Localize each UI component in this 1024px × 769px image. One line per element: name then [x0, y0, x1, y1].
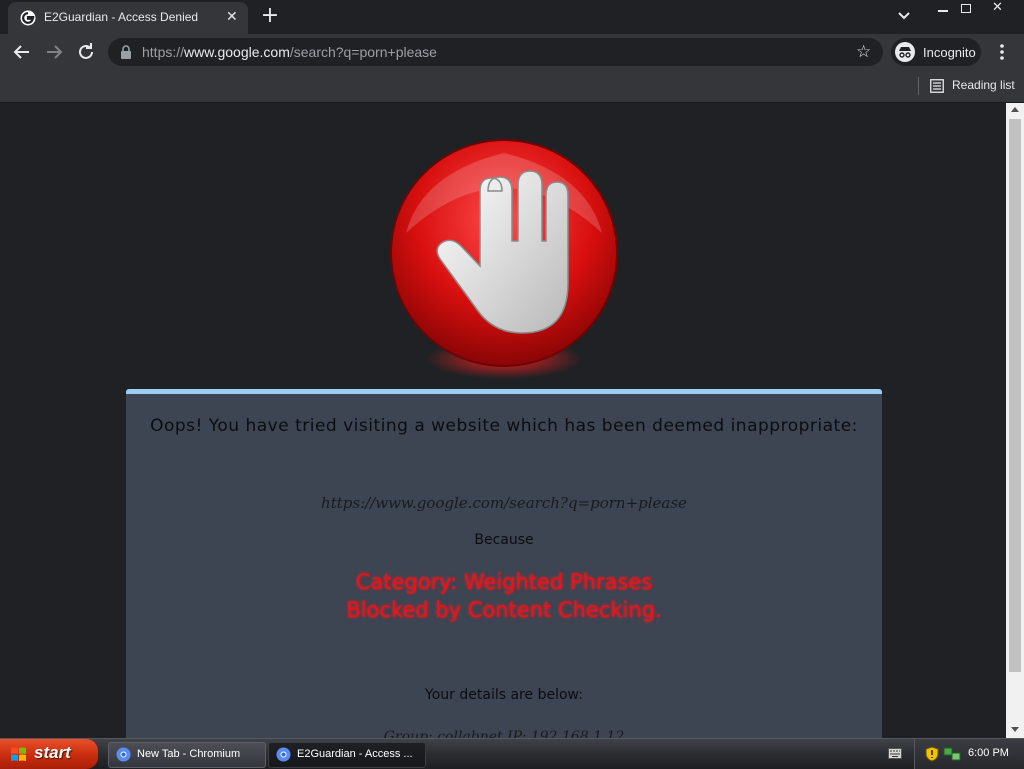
page-content: Oops! You have tried visiting a website …: [0, 103, 1006, 738]
reload-icon[interactable]: [74, 40, 98, 64]
taskbar-item-e2guardian[interactable]: E2Guardian - Access ...: [268, 742, 426, 768]
taskbar-item-label: New Tab - Chromium: [137, 748, 241, 760]
start-label: start: [34, 743, 71, 762]
system-tray: 6:00 PM: [914, 739, 1024, 769]
security-shield-icon[interactable]: [925, 746, 939, 762]
address-bar[interactable]: https://www.google.com/search?q=porn+ple…: [108, 38, 883, 66]
taskbar-item-new-tab[interactable]: New Tab - Chromium: [108, 742, 266, 768]
scroll-down-icon[interactable]: [1011, 727, 1019, 732]
new-tab-button[interactable]: +: [258, 4, 282, 28]
browser-tab[interactable]: E2Guardian - Access Denied ✕: [8, 2, 248, 34]
block-category: Category: Weighted Phrases: [355, 570, 653, 594]
address-url[interactable]: https://www.google.com/search?q=porn+ple…: [142, 44, 437, 60]
restore-icon: [961, 4, 971, 13]
url-host: www.google.com: [184, 44, 290, 60]
close-window-icon: ✕: [992, 0, 1003, 15]
google-favicon-icon: [20, 10, 36, 26]
denied-message: Oops! You have tried visiting a website …: [150, 416, 858, 436]
details-heading: Your details are below:: [425, 687, 583, 703]
blocked-url: https://www.google.com/search?q=porn+ple…: [321, 494, 687, 512]
block-reason: Blocked by Content Checking.: [346, 598, 662, 622]
tab-strip: E2Guardian - Access Denied ✕ + ✕: [0, 0, 1024, 34]
restore-button[interactable]: [950, 0, 980, 18]
lock-icon[interactable]: [120, 45, 132, 59]
back-icon[interactable]: [10, 40, 34, 64]
minimize-icon: [938, 10, 948, 12]
more-menu-icon[interactable]: [992, 42, 1012, 62]
scroll-up-icon[interactable]: [1011, 107, 1019, 112]
network-icon[interactable]: [943, 746, 961, 762]
group-ip-line: Group: collabnet IP: 192.168.1.12: [383, 729, 625, 738]
chevron-down-icon[interactable]: [894, 6, 914, 26]
reading-list-icon: [930, 79, 944, 93]
stop-hand-icon: [390, 139, 618, 379]
forward-icon[interactable]: [42, 40, 66, 64]
scrollbar-thumb[interactable]: [1009, 119, 1021, 672]
browser-toolbar: https://www.google.com/search?q=porn+ple…: [0, 34, 1024, 70]
chromium-icon: [276, 747, 291, 762]
windows-logo-icon: [11, 747, 26, 761]
bookmarks-separator: [918, 77, 919, 95]
incognito-icon: [895, 42, 915, 62]
bookmarks-bar: Reading list: [0, 70, 1024, 103]
keyboard-icon[interactable]: [888, 748, 902, 759]
taskbar: start New Tab - Chromium E2Guardian - Ac…: [0, 738, 1024, 769]
url-scheme: https://: [142, 44, 185, 60]
taskbar-item-label: E2Guardian - Access ...: [297, 748, 413, 760]
clock: 6:00 PM: [968, 747, 1009, 759]
incognito-label: Incognito: [923, 45, 976, 60]
reading-list-label: Reading list: [952, 78, 1015, 92]
bookmark-star-icon[interactable]: ☆: [856, 42, 871, 62]
close-window-button[interactable]: ✕: [982, 0, 1012, 18]
chromium-icon: [116, 747, 131, 762]
because-label: Because: [474, 532, 534, 548]
start-button[interactable]: start: [0, 739, 98, 769]
vertical-scrollbar[interactable]: [1006, 103, 1024, 738]
tab-close-icon[interactable]: ✕: [226, 9, 238, 25]
access-denied-panel: Oops! You have tried visiting a website …: [126, 389, 882, 738]
incognito-button[interactable]: Incognito: [891, 38, 981, 66]
tab-title: E2Guardian - Access Denied: [44, 10, 199, 24]
url-path: /search?q=porn+please: [289, 44, 437, 60]
